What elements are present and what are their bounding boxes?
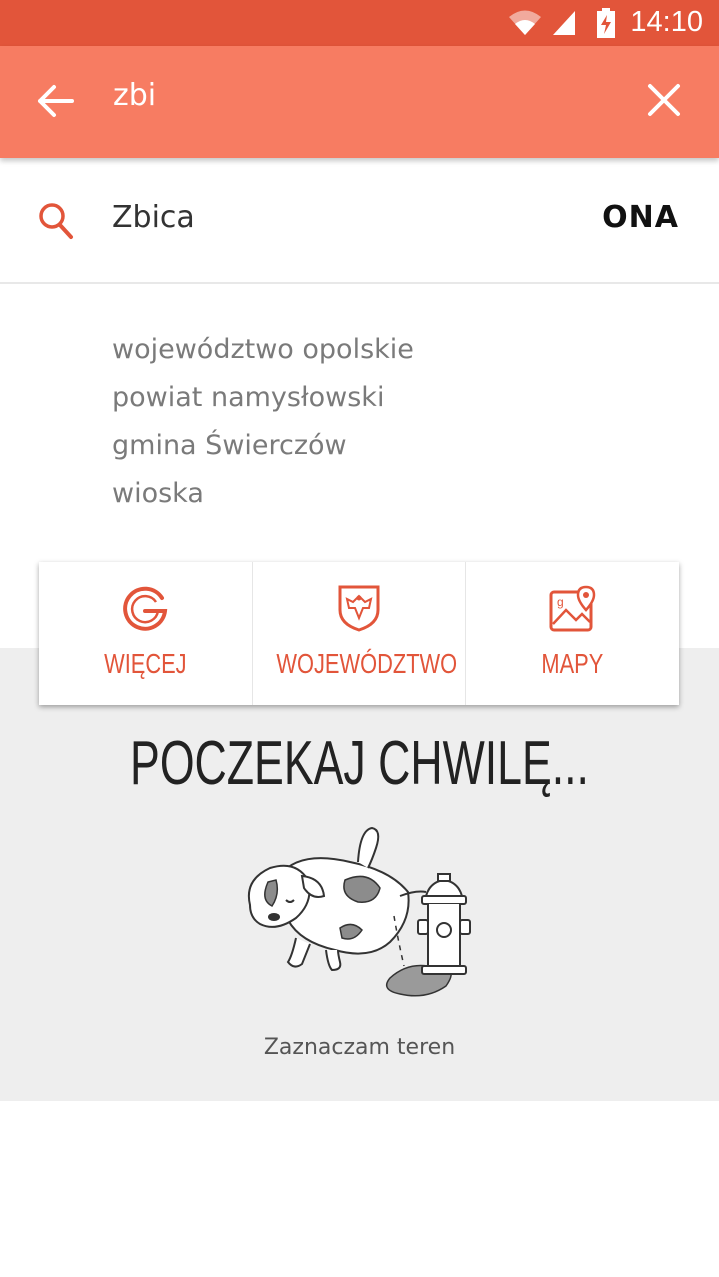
search-result-item[interactable]: Zbica ONA xyxy=(0,158,719,284)
svg-text:g: g xyxy=(557,595,564,609)
result-gender: ONA xyxy=(602,200,679,235)
detail-type: wioska xyxy=(112,478,204,509)
wifi-icon xyxy=(509,10,541,35)
close-icon[interactable] xyxy=(646,82,682,118)
result-name: Zbica xyxy=(112,200,195,235)
google-icon xyxy=(123,586,168,631)
search-icon xyxy=(39,203,73,239)
detail-commune: gmina Świerczów xyxy=(112,430,347,461)
signal-icon xyxy=(553,11,575,35)
more-label: WIĘCEJ xyxy=(104,648,187,679)
action-bar: WIĘCEJ WOJEWÓDZTWO g MAPY xyxy=(39,562,679,705)
battery-charging-icon xyxy=(597,8,615,38)
detail-voivodeship: województwo opolskie xyxy=(112,334,414,365)
dog-hydrant-illustration xyxy=(248,826,471,997)
map-icon: g xyxy=(549,585,595,632)
search-input[interactable]: zbi xyxy=(113,78,156,113)
more-button[interactable]: WIĘCEJ xyxy=(39,562,253,705)
status-time: 14:10 xyxy=(630,6,703,38)
loading-caption: Zaznaczam teren xyxy=(263,1035,456,1060)
coat-of-arms-icon xyxy=(338,585,380,632)
maps-button[interactable]: g MAPY xyxy=(466,562,679,705)
voivodeship-label: WOJEWÓDZTWO xyxy=(276,648,457,679)
loading-title: POCZEKAJ CHWILĘ... xyxy=(130,729,589,798)
location-details: województwo opolskie powiat namysłowski … xyxy=(112,326,414,518)
detail-county: powiat namysłowski xyxy=(112,382,385,413)
voivodeship-button[interactable]: WOJEWÓDZTWO xyxy=(253,562,467,705)
arrow-back-icon[interactable] xyxy=(36,81,76,121)
search-bar: zbi xyxy=(0,46,719,158)
status-bar: 14:10 xyxy=(0,0,719,46)
maps-label: MAPY xyxy=(541,648,604,679)
